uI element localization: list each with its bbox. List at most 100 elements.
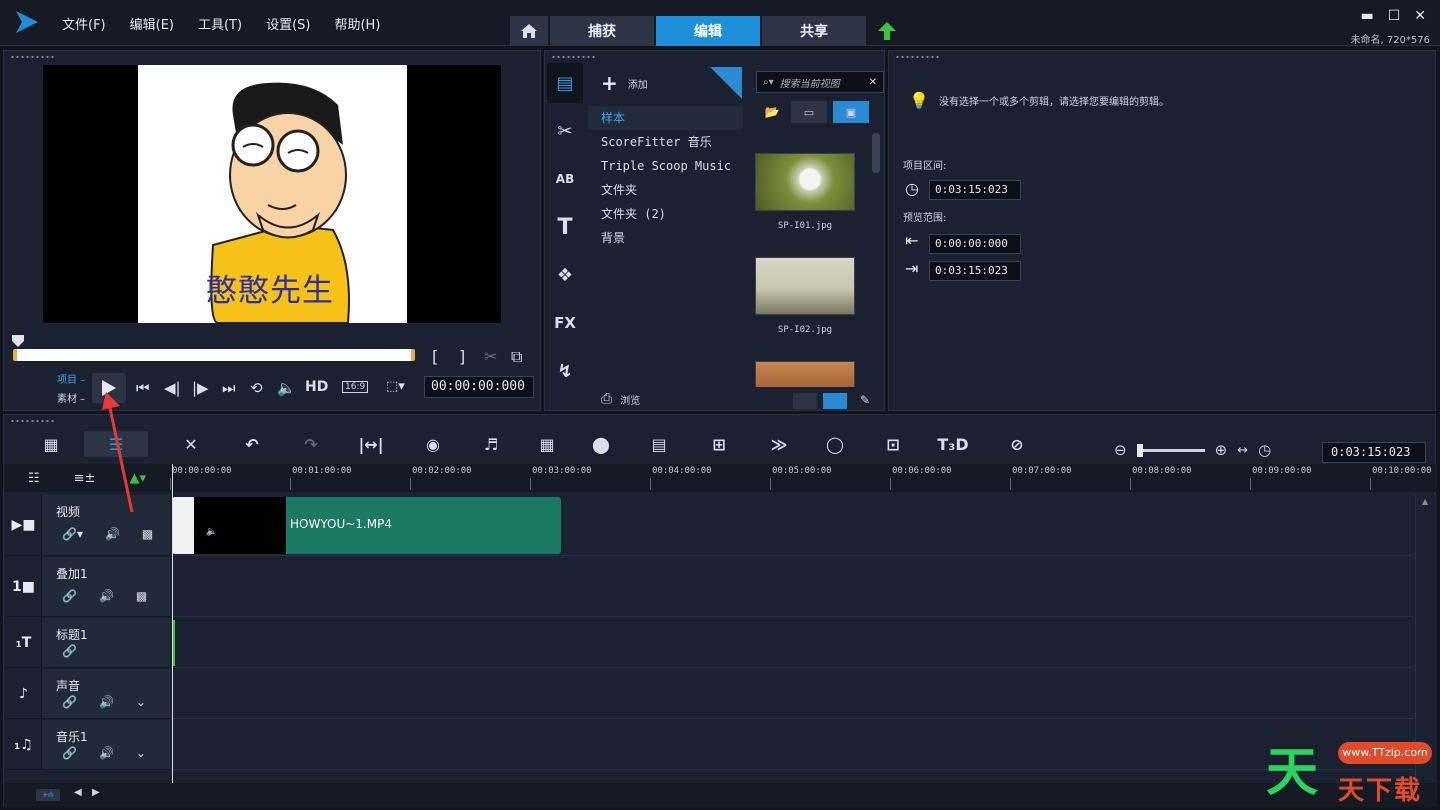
graphics-icon[interactable]: ❖ xyxy=(547,255,583,295)
scroll-left-icon[interactable]: ◀ xyxy=(74,787,82,798)
add-track-icon[interactable]: ≡± xyxy=(74,471,96,486)
library-search-input[interactable]: ⌕▾ 搜索当前视图 ✕ xyxy=(756,71,884,93)
repeat-icon[interactable]: ⟲ xyxy=(250,379,263,397)
multi-camera-icon[interactable]: ⊞ xyxy=(704,431,734,457)
fit-tracks-icon[interactable]: +ılı xyxy=(36,789,60,801)
play-button[interactable] xyxy=(92,373,126,403)
scroll-up-icon[interactable]: ▲ xyxy=(1422,497,1428,506)
thumbnail-item[interactable]: SP-I02.jpg xyxy=(755,257,855,335)
mode-clip[interactable]: 素材 – xyxy=(57,390,85,409)
zoom-in-icon[interactable]: ⊕ xyxy=(1215,441,1228,459)
menu-help[interactable]: 帮助(H) xyxy=(334,14,380,33)
enlarge-preview-icon[interactable]: ⧉ xyxy=(511,347,522,367)
range-start-field[interactable]: 0:00:00:000 xyxy=(929,234,1021,254)
thumbnail-scrollbar[interactable] xyxy=(872,133,880,173)
undo-icon[interactable]: ↶ xyxy=(237,431,267,457)
browse-button[interactable]: ⎙ 浏览 xyxy=(601,391,640,407)
mute-icon[interactable]: 🔊 xyxy=(99,746,114,760)
show-video-button[interactable]: ▭ xyxy=(791,101,827,123)
show-photo-button[interactable]: ▣ xyxy=(833,101,869,123)
mask-creator-icon[interactable]: ◯ xyxy=(820,431,850,457)
track-manager-icon[interactable]: ☷ xyxy=(28,471,40,486)
panel-grip[interactable] xyxy=(551,55,595,59)
timeline-view-icon[interactable]: ☰ xyxy=(84,431,148,457)
zoom-slider-thumb[interactable] xyxy=(1136,443,1143,457)
track-lane-title[interactable] xyxy=(172,618,1413,668)
tools-icon[interactable]: ✕ xyxy=(176,431,206,457)
folder-item[interactable]: 背景 xyxy=(588,226,743,250)
go-to-end-icon[interactable]: ⏭ xyxy=(222,379,236,397)
sound-mixer-icon[interactable]: ♬ xyxy=(476,431,506,457)
panel-grip[interactable] xyxy=(10,55,54,59)
folder-item[interactable]: 样本 xyxy=(588,106,743,130)
transition-icon[interactable]: ✂ xyxy=(547,111,583,151)
mark-in-button[interactable]: [ xyxy=(432,347,438,366)
record-capture-icon[interactable]: ◉ xyxy=(418,431,448,457)
list-view-button[interactable] xyxy=(793,393,817,409)
tab-share[interactable]: 共享 xyxy=(762,16,866,46)
track-lane-video[interactable]: 🔈 HOWYOU~1.MP4 xyxy=(172,495,1413,556)
track-lane-voice[interactable] xyxy=(172,669,1413,719)
volume-icon[interactable]: 🔈 xyxy=(277,379,296,397)
track-header-overlay[interactable]: 1■ 叠加1 🔗 🔊 ▩ xyxy=(6,557,170,617)
previous-frame-icon[interactable]: ◀| xyxy=(164,379,181,397)
thumbnail-item[interactable] xyxy=(755,361,855,387)
link-icon[interactable]: 🔗 xyxy=(62,746,77,760)
go-to-start-icon[interactable]: ⏮ xyxy=(136,379,150,397)
edit-view-button[interactable]: ✎ xyxy=(853,393,877,409)
subtitle-editor-icon[interactable]: ▤ xyxy=(644,431,674,457)
thumbnail-item[interactable]: SP-I01.jpg xyxy=(755,153,855,231)
minimize-button[interactable]: ▬ xyxy=(1360,8,1373,24)
video-clip[interactable]: 🔈 HOWYOU~1.MP4 xyxy=(172,497,561,554)
zoom-slider[interactable] xyxy=(1136,443,1205,457)
timeline-timecode[interactable]: 0:03:15:023 xyxy=(1322,442,1426,463)
link-icon[interactable]: 🔗 xyxy=(62,589,77,603)
expand-icon[interactable]: ⌄ xyxy=(136,746,146,760)
project-duration-field[interactable]: 0:03:15:023 xyxy=(929,180,1021,200)
mark-out-button[interactable]: ] xyxy=(459,347,465,366)
thumbnail-view-button[interactable] xyxy=(823,393,847,409)
checker-icon[interactable]: ▩ xyxy=(136,589,147,603)
preview-scrubber[interactable] xyxy=(13,349,415,361)
import-media-icon[interactable]: 📂 xyxy=(759,101,785,123)
tab-capture[interactable]: 捕获 xyxy=(550,16,654,46)
chapter-marker-icon[interactable]: ▲▾ xyxy=(129,471,146,486)
hd-button[interactable]: HD xyxy=(305,379,328,395)
zoom-out-icon[interactable]: ⊖ xyxy=(1114,441,1127,459)
maximize-button[interactable]: ☐ xyxy=(1388,8,1401,24)
scrubber-handle[interactable] xyxy=(12,335,24,347)
text-icon[interactable]: T xyxy=(547,207,583,247)
redo-icon[interactable]: ↷ xyxy=(296,431,326,457)
add-folder-button[interactable]: + 添加 xyxy=(601,71,648,95)
mute-icon[interactable]: 🔊 xyxy=(99,589,114,603)
menu-edit[interactable]: 编辑(E) xyxy=(130,14,174,33)
pan-zoom-icon[interactable]: ⊡ xyxy=(878,431,908,457)
menu-tools[interactable]: 工具(T) xyxy=(198,14,242,33)
tab-edit[interactable]: 编辑 xyxy=(656,16,760,46)
time-remapping-icon[interactable]: ≫ xyxy=(764,431,794,457)
storyboard-view-icon[interactable]: ▦ xyxy=(34,431,68,457)
track-lane-music[interactable] xyxy=(172,720,1413,770)
mute-icon[interactable]: 🔊 xyxy=(99,695,114,709)
split-clip-icon[interactable]: ✂ xyxy=(484,347,497,366)
upload-arrow-icon[interactable] xyxy=(878,22,896,40)
panel-grip[interactable] xyxy=(895,55,939,59)
fit-project-icon[interactable]: |↔| xyxy=(356,431,386,457)
link-icon[interactable]: 🔗 xyxy=(62,695,77,709)
auto-music-icon[interactable]: ▦ xyxy=(532,431,562,457)
title-3d-icon[interactable]: T₃D xyxy=(936,431,970,457)
link-icon[interactable]: 🔗 xyxy=(62,644,77,658)
track-header-voice[interactable]: ♪ 声音 🔗 🔊 ⌄ xyxy=(6,669,170,719)
title-ab-icon[interactable]: AB xyxy=(547,159,583,199)
clear-search-icon[interactable]: ✕ xyxy=(869,77,877,88)
range-end-field[interactable]: 0:03:15:023 xyxy=(929,261,1021,281)
preview-timecode[interactable]: 00:00:00:000 xyxy=(424,376,534,398)
timeline-ruler[interactable]: 00:00:00:00 00:01:00:00 00:02:00:00 00:03:0… xyxy=(170,464,1437,492)
split-screen-icon[interactable]: ⊘ xyxy=(1002,431,1032,457)
folder-item[interactable]: 文件夹 (2) xyxy=(588,202,743,226)
pin-icon[interactable] xyxy=(710,67,742,99)
motion-tracking-icon[interactable]: ⬤ xyxy=(586,431,616,457)
track-lane-overlay[interactable] xyxy=(172,557,1413,617)
folder-item[interactable]: Triple Scoop Music xyxy=(588,154,743,178)
menu-settings[interactable]: 设置(S) xyxy=(266,14,310,33)
